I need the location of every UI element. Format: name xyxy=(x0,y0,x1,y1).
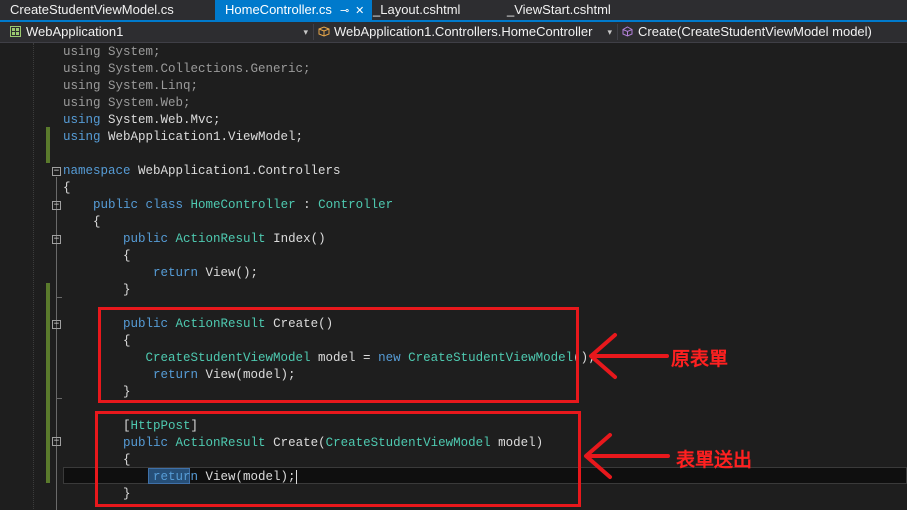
tab-layout[interactable]: _Layout.cshtml xyxy=(363,0,503,20)
code-line: return View(); xyxy=(153,266,259,280)
annotation-form-submit: 表單送出 xyxy=(676,449,753,471)
member-dropdown[interactable]: Create(CreateStudentViewModel model) xyxy=(618,23,907,41)
class-icon xyxy=(318,24,330,37)
project-dropdown[interactable]: WebApplication1 ▾ xyxy=(0,23,312,41)
code-line: { xyxy=(63,181,71,195)
navigation-bar: WebApplication1 ▾ WebApplication1.Contro… xyxy=(0,22,907,43)
arrow-left-icon xyxy=(589,333,669,379)
indicator-margin xyxy=(33,43,35,509)
code-line: using System.Web; xyxy=(63,96,191,110)
code-line: public class HomeController : Controller xyxy=(93,198,394,212)
tab-label: _Layout.cshtml xyxy=(373,2,461,17)
change-indicator xyxy=(46,127,50,163)
project-name: WebApplication1 xyxy=(26,24,124,39)
code-line: using System.Web.Mvc; xyxy=(63,113,221,127)
outline-end xyxy=(56,398,62,399)
tab-label: CreateStudentViewModel.cs xyxy=(10,2,174,17)
arrow-left-icon xyxy=(584,433,670,479)
member-name: Create(CreateStudentViewModel model) xyxy=(638,24,872,39)
class-name: WebApplication1.Controllers.HomeControll… xyxy=(334,24,593,39)
document-tab-bar: CreateStudentViewModel.cs HomeController… xyxy=(0,0,907,20)
code-line: { xyxy=(63,215,101,229)
class-dropdown[interactable]: WebApplication1.Controllers.HomeControll… xyxy=(314,23,616,41)
code-line: using System; xyxy=(63,45,161,59)
highlight-box-form-submit xyxy=(95,411,581,507)
highlight-box-original-form xyxy=(98,307,579,403)
csharp-project-icon xyxy=(10,24,21,37)
chevron-down-icon: ▾ xyxy=(607,27,612,37)
outline-end xyxy=(56,297,62,298)
tab-createstudentviewmodel[interactable]: CreateStudentViewModel.cs xyxy=(0,0,215,20)
collapse-create-method-icon[interactable]: − xyxy=(52,320,61,329)
collapse-create-post-method-icon[interactable]: − xyxy=(52,437,61,446)
outline-guide xyxy=(56,177,57,510)
code-line: public ActionResult Index() xyxy=(123,232,326,246)
tab-homecontroller[interactable]: HomeController.cs ⊸ ✕ xyxy=(215,0,372,20)
tab-label: _ViewStart.cshtml xyxy=(507,2,611,17)
annotation-original-form: 原表單 xyxy=(671,348,729,370)
collapse-class-icon[interactable]: − xyxy=(52,201,61,210)
code-line: namespace WebApplication1.Controllers xyxy=(63,164,341,178)
tab-label: HomeController.cs xyxy=(225,2,332,17)
code-line: using System.Linq; xyxy=(63,79,199,93)
code-line: } xyxy=(63,283,131,297)
code-line: using WebApplication1.ViewModel; xyxy=(63,130,304,144)
method-icon xyxy=(622,24,633,37)
pin-icon[interactable]: ⊸ xyxy=(340,5,349,17)
collapse-namespace-icon[interactable]: − xyxy=(52,167,61,176)
code-line: { xyxy=(63,249,131,263)
code-line: using System.Collections.Generic; xyxy=(63,62,311,76)
change-indicator xyxy=(46,283,50,483)
collapse-index-method-icon[interactable]: − xyxy=(52,235,61,244)
tab-viewstart[interactable]: _ViewStart.cshtml xyxy=(497,0,637,20)
chevron-down-icon: ▾ xyxy=(303,27,308,37)
